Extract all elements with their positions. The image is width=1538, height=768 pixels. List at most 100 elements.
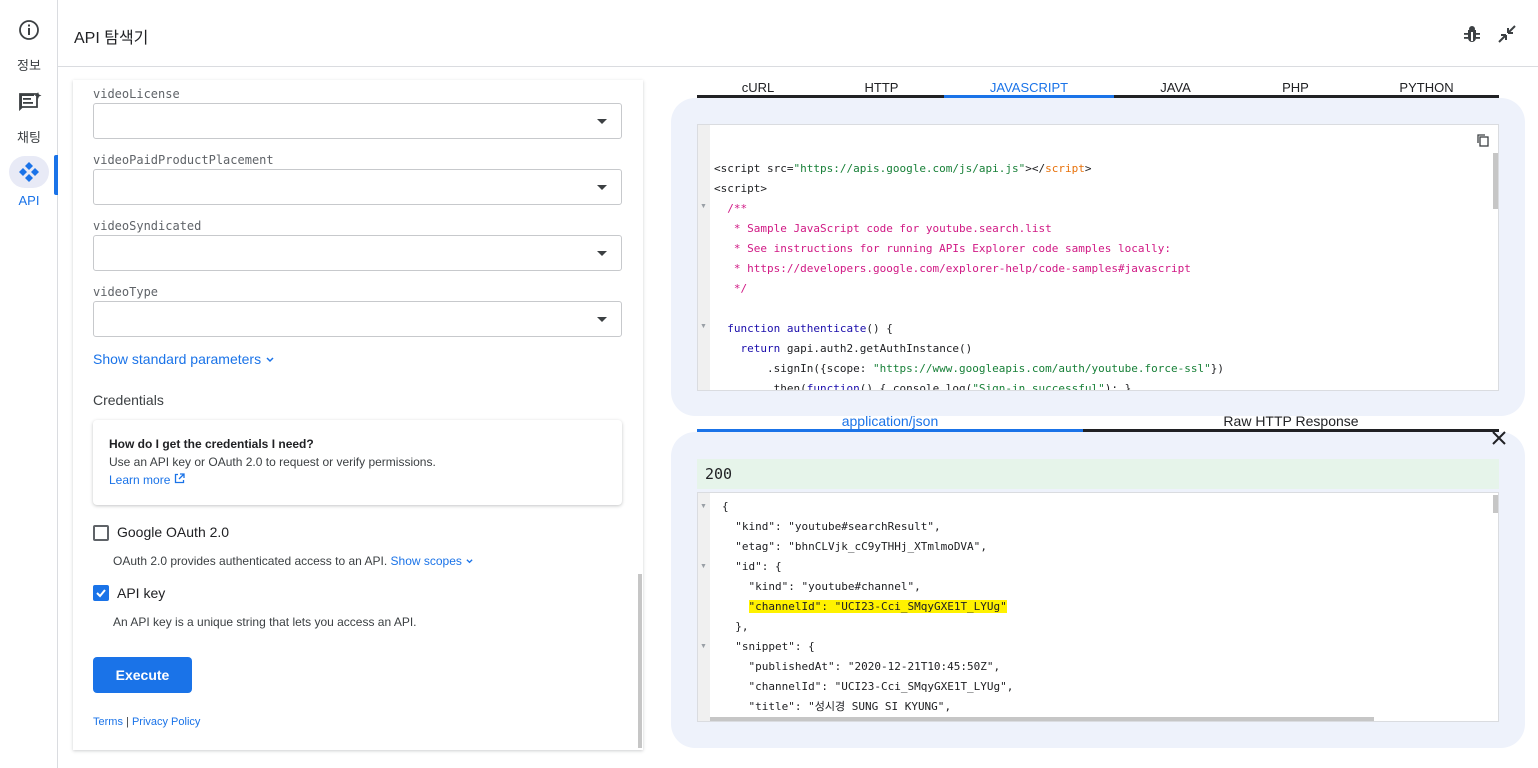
learn-more-link[interactable]: Learn more [109,473,185,487]
select-videoLicense[interactable] [93,103,622,139]
status-code: 200 [697,459,1499,489]
terms-link[interactable]: Terms [93,716,123,728]
privacy-policy-link[interactable]: Privacy Policy [132,716,200,728]
json-key: "channelId" [748,600,822,613]
rail-item-chat[interactable]: 채팅 [0,90,58,146]
tab-http[interactable]: HTTP [819,80,944,95]
chat-spark-icon [9,90,49,122]
tab-raw-http-response[interactable]: Raw HTTP Response [1083,413,1499,429]
code-comment: * See instructions for running APIs Expl… [727,242,1171,255]
oauth-checkbox[interactable] [93,525,109,541]
tab-curl[interactable]: cURL [697,80,819,95]
code-token: > [1084,162,1092,175]
oauth-label: Google OAuth 2.0 [117,524,230,540]
select-videoType[interactable] [93,301,622,337]
json-key: "id" [735,560,762,573]
field-label-videoLicense: videoLicense [93,87,180,101]
show-standard-parameters-link[interactable]: Show standard parameters [93,351,275,367]
json-token: }, [735,620,749,633]
code-token: ); }, [1104,382,1138,391]
code-token: script [1045,162,1085,175]
code-comment: */ [727,282,748,295]
tab-python[interactable]: PYTHON [1354,80,1499,95]
oauth-description: OAuth 2.0 provides authenticated access … [113,554,474,568]
panel-header: API 탐색기 [58,0,1538,67]
rail-item-label: 정보 [17,58,41,73]
api-explorer-window: 정보 채팅 API API 탐색기 videoLicense videoPaid… [0,0,1538,768]
rail-item-info[interactable]: 정보 [0,18,58,74]
external-link-icon [174,473,185,484]
code-gutter [698,125,710,390]
api-icon [9,156,49,188]
code-comment: * https://developers.google.com/explorer… [727,262,1191,275]
dropdown-arrow-icon [597,251,607,256]
info-icon [9,18,49,50]
close-icon[interactable] [1490,429,1508,447]
json-key: "kind" [735,520,775,533]
select-videoPaidProductPlacement[interactable] [93,169,622,205]
field-label-videoSyndicated: videoSyndicated [93,219,202,233]
collapse-icon[interactable] [1495,22,1519,46]
json-text: { "kind": "youtube#searchResult", "etag"… [722,500,1014,713]
fold-arrow-icon[interactable]: ▼ [700,643,707,650]
fold-arrow-icon[interactable]: ▼ [700,323,707,330]
rail-item-api[interactable]: API [0,156,58,208]
response-tabs: application/json Raw HTTP Response [697,413,1499,432]
code-token: "Sign-in successful" [972,382,1105,391]
execute-button[interactable]: Execute [93,657,192,693]
json-value: "youtube#searchResult" [788,520,934,533]
request-parameters-panel: videoLicense videoPaidProductPlacement v… [73,80,643,750]
code-function: authenticate [786,322,867,335]
fold-arrow-icon[interactable]: ▼ [700,503,707,510]
form-scrollbar[interactable] [638,574,642,748]
rail-item-label: API [18,193,40,208]
code-keyword: return [740,342,781,355]
json-value: "youtube#channel" [801,580,915,593]
tab-javascript[interactable]: JAVASCRIPT [944,80,1114,98]
json-key: "channelId" [748,680,822,693]
code-token: }) [1210,362,1224,375]
json-token: { [722,500,729,513]
bug-icon[interactable] [1460,22,1484,46]
code-token: () { [866,322,893,335]
code-comment: * Sample JavaScript code for youtube.sea… [727,222,1052,235]
json-horizontal-scrollbar[interactable] [710,717,1374,721]
json-value: "성시경 SUNG SI KYUNG" [808,700,945,713]
dropdown-arrow-icon [597,185,607,190]
show-scopes-link[interactable]: Show scopes [391,554,475,568]
code-scrollbar[interactable] [1493,153,1498,209]
code-token: "https://apis.google.com/js/api.js" [793,162,1026,175]
code-token: "https://www.googleapis.com/auth/youtube… [872,362,1211,375]
chevron-down-icon [266,357,274,363]
copy-icon[interactable] [1476,133,1490,147]
dropdown-arrow-icon [597,119,607,124]
json-value: "2020-12-21T10:45:50Z" [847,660,994,673]
tab-php[interactable]: PHP [1237,80,1354,95]
code-token: <script> [714,182,767,195]
fold-arrow-icon[interactable]: ▼ [700,563,707,570]
code-comment: /** [727,202,748,215]
checkmark-icon [96,589,106,598]
code-token: ></ [1025,162,1046,175]
credentials-question: How do I get the credentials I need? [109,437,314,451]
tab-java[interactable]: JAVA [1114,80,1237,95]
tab-application-json[interactable]: application/json [697,413,1083,432]
learn-more-label: Learn more [109,473,171,487]
json-value: "UCI23-Cci_SMqyGXE1T_LYUg" [834,600,1007,613]
response-json-viewer[interactable]: ▼ ▼ ▼ { "kind": "youtube#searchResult", … [697,492,1499,722]
api-key-checkbox[interactable] [93,585,109,601]
json-key: "etag" [735,540,775,553]
api-key-description: An API key is a unique string that lets … [113,615,417,629]
side-rail: 정보 채팅 API [0,0,58,768]
dropdown-arrow-icon [597,317,607,322]
json-key: "publishedAt" [748,660,835,673]
code-token: .signIn({scope: [740,362,873,375]
fold-arrow-icon[interactable]: ▼ [700,203,707,210]
code-token: () { console.log( [859,382,973,391]
code-token: gapi.auth2.getAuthInstance() [780,342,973,355]
code-editor[interactable]: ▼ ▼ <script src="https://apis.google.com… [697,124,1499,391]
code-token: .then( [740,382,807,391]
json-vertical-scrollbar[interactable] [1493,495,1498,513]
select-videoSyndicated[interactable] [93,235,622,271]
json-value: "bhnCLVjk_cC9yTHHj_XTmlmoDVA" [788,540,981,553]
